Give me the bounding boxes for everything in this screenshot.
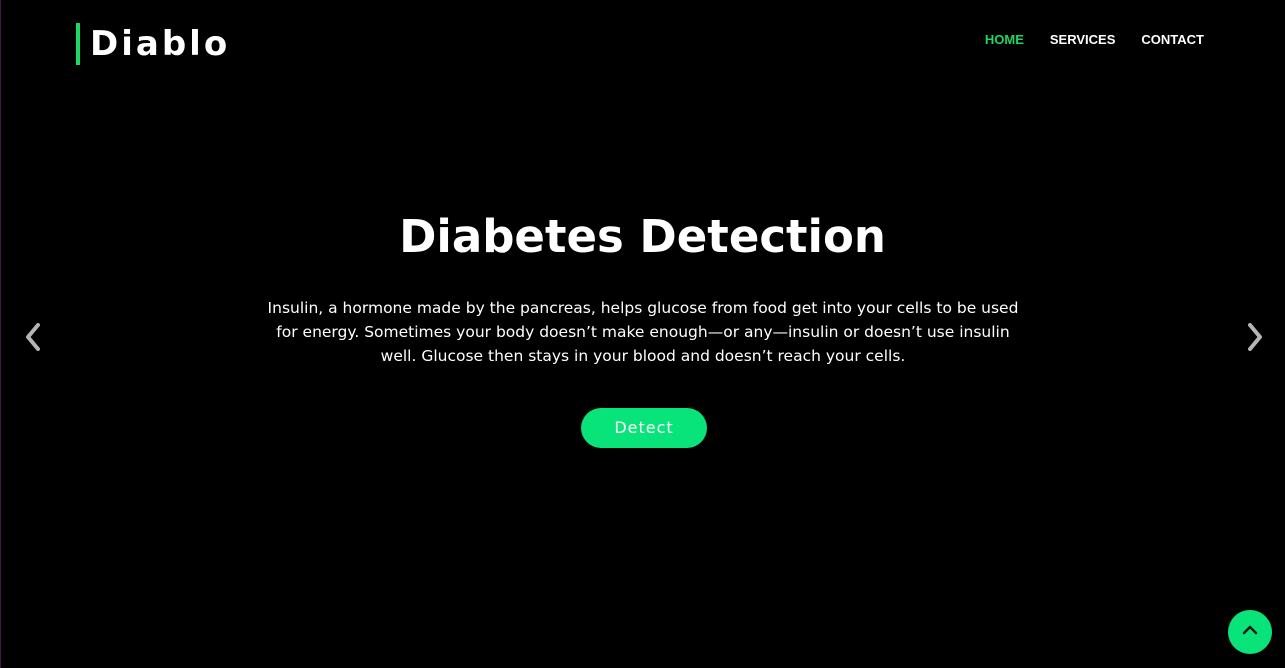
carousel-next-button[interactable] xyxy=(1240,322,1270,356)
nav-item-home[interactable]: HOME xyxy=(985,32,1024,48)
chevron-right-icon xyxy=(1245,321,1265,357)
page-edge xyxy=(0,0,1,668)
site-header: Diablo HOME SERVICES CONTACT xyxy=(0,0,1285,88)
hero-title: Diabetes Detection xyxy=(399,210,886,263)
main-nav: HOME SERVICES CONTACT xyxy=(959,32,1204,48)
nav-item-contact[interactable]: CONTACT xyxy=(1141,32,1204,48)
logo-accent-bar xyxy=(76,23,80,65)
brand-logo[interactable]: Diablo xyxy=(76,23,230,65)
brand-name: Diablo xyxy=(90,24,231,64)
detect-button[interactable]: Detect xyxy=(581,408,707,448)
nav-item-services[interactable]: SERVICES xyxy=(1050,32,1116,48)
chevron-up-icon xyxy=(1241,621,1259,643)
hero-description: Insulin, a hormone made by the pancreas,… xyxy=(267,299,1019,365)
back-to-top-button[interactable] xyxy=(1228,610,1272,654)
carousel-prev-button[interactable] xyxy=(18,322,48,356)
chevron-left-icon xyxy=(23,321,43,357)
